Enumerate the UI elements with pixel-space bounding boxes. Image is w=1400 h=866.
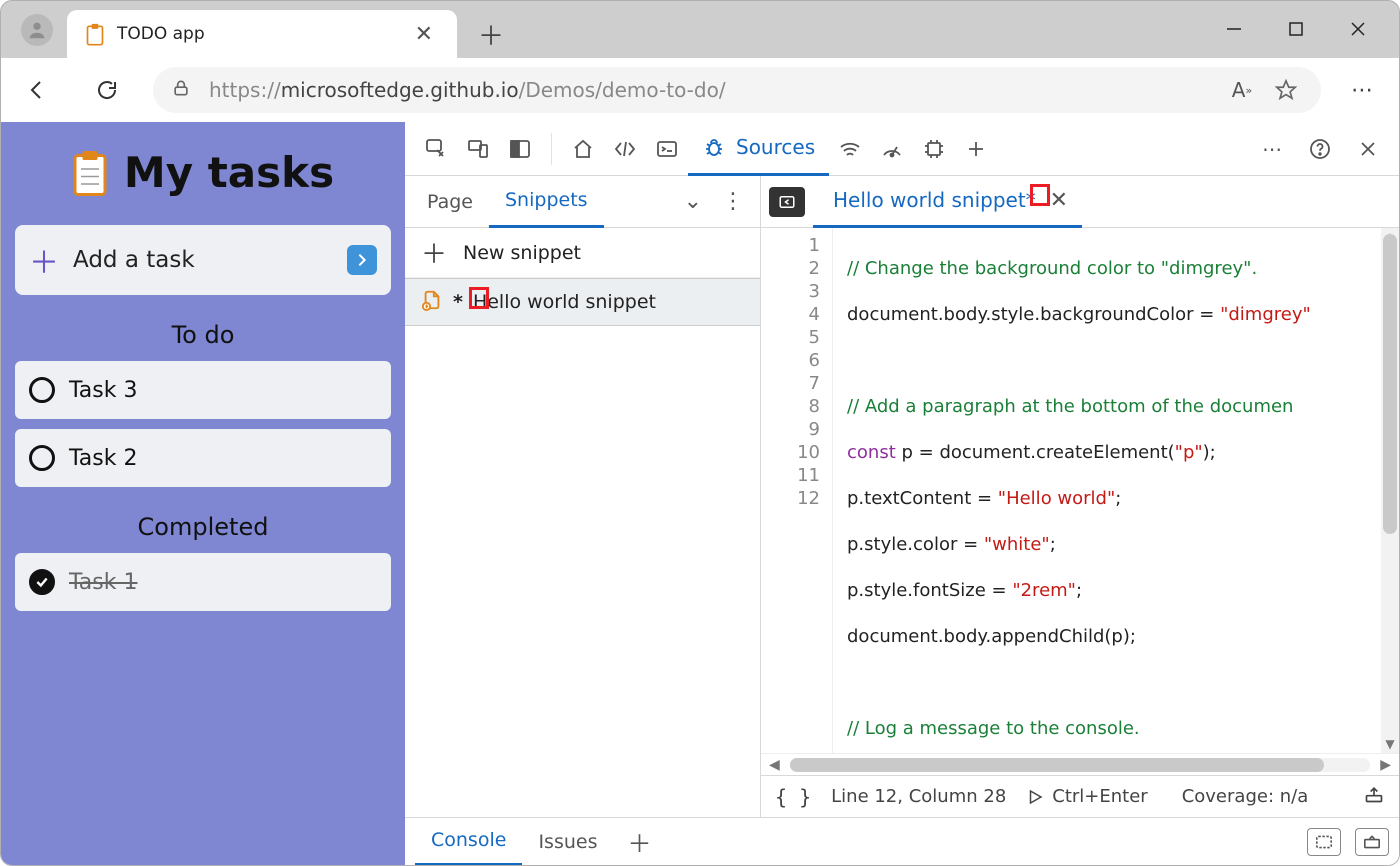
scrollbar-thumb[interactable] bbox=[1383, 234, 1397, 534]
window-minimize-button[interactable] bbox=[1203, 7, 1265, 51]
task-label: Task 2 bbox=[69, 446, 137, 471]
browser-toolbar: https://microsoftedge.github.io/Demos/de… bbox=[0, 58, 1400, 122]
performance-tab-icon[interactable] bbox=[871, 128, 913, 170]
devtools-pane: Sources ⋯ bbox=[405, 122, 1399, 865]
read-aloud-icon[interactable]: A» bbox=[1225, 73, 1259, 107]
devtools-toolbar: Sources ⋯ bbox=[405, 122, 1399, 176]
code-content[interactable]: // Change the background color to "dimgr… bbox=[833, 228, 1399, 753]
page-tab[interactable]: Page bbox=[411, 176, 489, 228]
add-tab-icon[interactable] bbox=[955, 128, 997, 170]
devtools-close-icon[interactable] bbox=[1347, 128, 1389, 170]
dock-side-icon[interactable] bbox=[499, 128, 541, 170]
devtools-more-icon[interactable]: ⋯ bbox=[1251, 128, 1293, 170]
window-controls bbox=[1203, 1, 1389, 51]
favorite-star-icon[interactable] bbox=[1269, 73, 1303, 107]
todo-app-pane: My tasks ＋ Add a task To do Task 3 Task … bbox=[1, 122, 405, 865]
devtools-help-icon[interactable] bbox=[1299, 128, 1341, 170]
drawer-action-icon[interactable] bbox=[1307, 828, 1341, 856]
sources-tab[interactable]: Sources bbox=[688, 122, 829, 176]
address-bar[interactable]: https://microsoftedge.github.io/Demos/de… bbox=[153, 67, 1321, 113]
task-row-completed[interactable]: Task 1 bbox=[15, 553, 391, 611]
network-tab-icon[interactable] bbox=[829, 128, 871, 170]
scroll-left-icon[interactable]: ◀ bbox=[765, 757, 784, 773]
file-tab-name: Hello world snippet* bbox=[833, 188, 1036, 212]
task-checkbox-icon[interactable] bbox=[29, 377, 55, 403]
drawer-expand-icon[interactable] bbox=[1355, 828, 1389, 856]
file-tab[interactable]: Hello world snippet* ✕ bbox=[813, 176, 1082, 228]
back-button[interactable] bbox=[15, 68, 59, 112]
clipboard-icon bbox=[72, 151, 108, 195]
upload-sourcemap-icon[interactable] bbox=[1363, 784, 1385, 809]
scrollbar-thumb[interactable] bbox=[790, 758, 1324, 772]
kebab-menu-icon[interactable]: ⋮ bbox=[712, 189, 754, 214]
elements-tab-icon[interactable] bbox=[604, 128, 646, 170]
snippet-file-icon bbox=[421, 289, 443, 316]
sources-navigator: Page Snippets ⌄ ⋮ ＋ New snippet * Hello w… bbox=[405, 176, 761, 817]
refresh-button[interactable] bbox=[85, 68, 129, 112]
browser-tab[interactable]: TODO app ✕ bbox=[67, 10, 457, 58]
highlight-box-icon bbox=[1030, 184, 1050, 206]
tab-favicon-clipboard-icon bbox=[85, 23, 105, 45]
bug-icon bbox=[702, 126, 726, 168]
run-snippet-button[interactable]: Ctrl+Enter bbox=[1026, 786, 1147, 807]
new-snippet-button[interactable]: ＋ New snippet bbox=[405, 228, 760, 278]
task-row[interactable]: Task 2 bbox=[15, 429, 391, 487]
snippet-list-item[interactable]: * Hello world snippet bbox=[405, 278, 760, 326]
tab-close-icon[interactable]: ✕ bbox=[407, 18, 441, 51]
scroll-down-icon[interactable]: ▼ bbox=[1381, 735, 1399, 753]
add-drawer-tab-icon[interactable]: ＋ bbox=[613, 824, 665, 859]
window-maximize-button[interactable] bbox=[1265, 7, 1327, 51]
memory-tab-icon[interactable] bbox=[913, 128, 955, 170]
line-gutter: 123456789101112 bbox=[761, 228, 833, 753]
console-drawer-tab[interactable]: Console bbox=[415, 818, 522, 866]
task-label: Task 3 bbox=[69, 378, 137, 403]
task-row[interactable]: Task 3 bbox=[15, 361, 391, 419]
profile-avatar[interactable] bbox=[21, 14, 53, 46]
settings-more-button[interactable]: ⋯ bbox=[1341, 68, 1385, 112]
add-task-placeholder: Add a task bbox=[73, 247, 195, 273]
editor-status-bar: { } Line 12, Column 28 Ctrl+Enter Covera… bbox=[761, 775, 1399, 817]
plus-icon: ＋ bbox=[421, 234, 447, 271]
task-checkbox-checked-icon[interactable] bbox=[29, 569, 55, 595]
toggle-navigator-button[interactable] bbox=[769, 187, 805, 217]
chevron-down-icon[interactable]: ⌄ bbox=[674, 189, 712, 214]
unsaved-indicator: * bbox=[453, 291, 463, 313]
task-label: Task 1 bbox=[69, 570, 137, 595]
device-emulation-icon[interactable] bbox=[457, 128, 499, 170]
plus-icon: ＋ bbox=[29, 238, 59, 282]
issues-drawer-tab[interactable]: Issues bbox=[522, 818, 613, 866]
task-checkbox-icon[interactable] bbox=[29, 445, 55, 471]
browser-tab-strip: TODO app ✕ ＋ bbox=[0, 0, 1400, 58]
scroll-right-icon[interactable]: ▶ bbox=[1376, 757, 1395, 773]
sources-tab-label: Sources bbox=[736, 135, 815, 159]
console-tab-icon[interactable] bbox=[646, 128, 688, 170]
welcome-tab-icon[interactable] bbox=[562, 128, 604, 170]
new-tab-button[interactable]: ＋ bbox=[469, 12, 513, 56]
file-tab-strip: Hello world snippet* ✕ bbox=[761, 176, 1399, 228]
tab-title: TODO app bbox=[117, 24, 205, 44]
horizontal-scrollbar[interactable]: ◀ ▶ bbox=[761, 753, 1399, 775]
cursor-position: Line 12, Column 28 bbox=[831, 786, 1006, 807]
app-title: My tasks bbox=[15, 148, 391, 197]
app-title-text: My tasks bbox=[124, 148, 334, 197]
snippets-tab[interactable]: Snippets bbox=[489, 176, 604, 228]
lock-icon bbox=[171, 78, 191, 103]
code-editor[interactable]: 123456789101112 // Change the background… bbox=[761, 228, 1399, 753]
url-text: https://microsoftedge.github.io/Demos/de… bbox=[209, 78, 1207, 102]
submit-task-button[interactable] bbox=[347, 245, 377, 275]
completed-heading: Completed bbox=[15, 513, 391, 541]
devtools-drawer: Console Issues ＋ bbox=[405, 817, 1399, 865]
window-close-button[interactable] bbox=[1327, 7, 1389, 51]
snippet-name: Hello world snippet bbox=[473, 291, 656, 313]
vertical-scrollbar[interactable]: ▲ ▼ bbox=[1381, 228, 1399, 753]
coverage-status: Coverage: n/a bbox=[1182, 786, 1309, 807]
pretty-print-button[interactable]: { } bbox=[775, 785, 811, 809]
todo-heading: To do bbox=[15, 321, 391, 349]
editor-area: Hello world snippet* ✕ 123456789101112 /… bbox=[761, 176, 1399, 817]
highlight-box-icon bbox=[469, 287, 489, 309]
navigator-tabs: Page Snippets ⌄ ⋮ bbox=[405, 176, 760, 228]
new-snippet-label: New snippet bbox=[463, 242, 581, 264]
add-task-input[interactable]: ＋ Add a task bbox=[15, 225, 391, 295]
inspect-element-icon[interactable] bbox=[415, 128, 457, 170]
